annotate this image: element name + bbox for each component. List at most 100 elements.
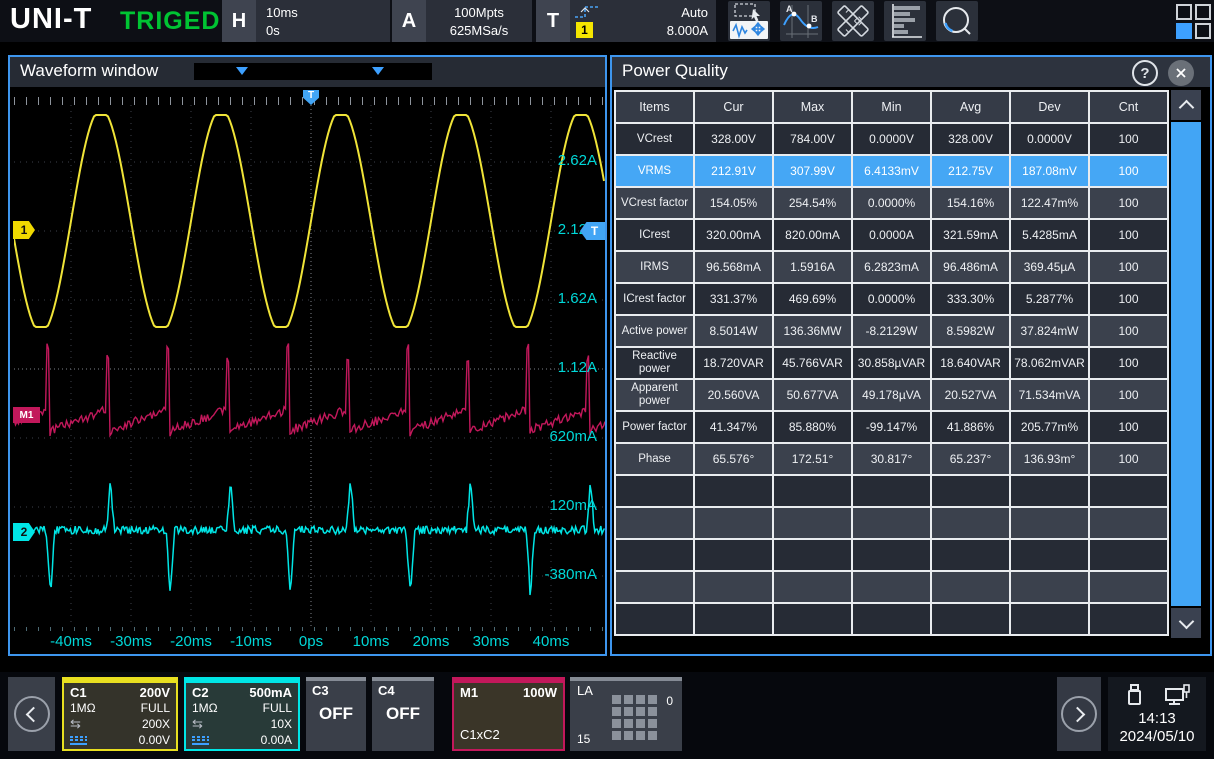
dropdown-arrow-icon[interactable] xyxy=(372,67,384,75)
table-cell[interactable]: 0.0000A xyxy=(853,220,930,250)
c1-waveform[interactable] xyxy=(14,115,604,327)
table-cell[interactable]: 6.2823mA xyxy=(853,252,930,282)
table-cell[interactable]: 205.77m% xyxy=(1011,412,1088,442)
table-cell[interactable]: 100 xyxy=(1090,252,1167,282)
table-cell[interactable]: -99.147% xyxy=(853,412,930,442)
table-cell[interactable]: 5.4285mA xyxy=(1011,220,1088,250)
acquisition-menu[interactable]: A 100Mpts 625MSa/s xyxy=(392,0,532,42)
table-cell[interactable]: 41.347% xyxy=(695,412,772,442)
table-cell[interactable]: 1.5916A xyxy=(774,252,851,282)
table-cell[interactable]: ICrest xyxy=(616,220,693,250)
table-cell[interactable]: VCrest factor xyxy=(616,188,693,218)
table-cell[interactable]: VRMS xyxy=(616,156,693,186)
table-cell[interactable]: 20.560VA xyxy=(695,380,772,410)
table-cell[interactable]: 65.576° xyxy=(695,444,772,474)
table-cell[interactable]: 333.30% xyxy=(932,284,1009,314)
table-cell[interactable]: 154.05% xyxy=(695,188,772,218)
table-cell[interactable]: 30.817° xyxy=(853,444,930,474)
table-cell[interactable]: 331.37% xyxy=(695,284,772,314)
table-cell[interactable]: 41.886% xyxy=(932,412,1009,442)
table-cell[interactable]: 20.527VA xyxy=(932,380,1009,410)
table-cell[interactable]: 100 xyxy=(1090,188,1167,218)
table-cell[interactable]: 37.824mW xyxy=(1011,316,1088,346)
table-cell[interactable]: 65.237° xyxy=(932,444,1009,474)
table-cell[interactable]: 820.00mA xyxy=(774,220,851,250)
table-cell[interactable]: 100 xyxy=(1090,124,1167,154)
table-cell[interactable]: Active power xyxy=(616,316,693,346)
table-cell[interactable]: Apparent power xyxy=(616,380,693,410)
table-cell[interactable]: 0.0000% xyxy=(853,284,930,314)
table-cell[interactable]: 369.45µA xyxy=(1011,252,1088,282)
channel3-tile[interactable]: C3 OFF xyxy=(306,677,366,751)
table-cell[interactable]: 49.178µVA xyxy=(853,380,930,410)
table-cell[interactable]: Phase xyxy=(616,444,693,474)
table-cell[interactable]: 85.880% xyxy=(774,412,851,442)
table-cell[interactable]: 328.00V xyxy=(932,124,1009,154)
table-cell[interactable]: VCrest xyxy=(616,124,693,154)
table-cell[interactable]: 5.2877% xyxy=(1011,284,1088,314)
m1-waveform[interactable] xyxy=(14,344,605,437)
table-cell[interactable]: 0.0000% xyxy=(853,188,930,218)
table-cell[interactable]: 18.720VAR xyxy=(695,348,772,378)
table-cell[interactable]: 0.0000V xyxy=(1011,124,1088,154)
c2-waveform[interactable] xyxy=(14,483,604,595)
table-cell[interactable]: 8.5982W xyxy=(932,316,1009,346)
math1-tile[interactable]: M1100W C1xC2 xyxy=(452,677,565,751)
channel-bar-prev-button[interactable] xyxy=(8,677,55,751)
table-cell[interactable]: -8.2129W xyxy=(853,316,930,346)
table-cell[interactable]: 254.54% xyxy=(774,188,851,218)
table-cell[interactable]: 100 xyxy=(1090,348,1167,378)
table-cell[interactable]: 100 xyxy=(1090,316,1167,346)
table-cell[interactable]: 100 xyxy=(1090,380,1167,410)
scroll-up-button[interactable] xyxy=(1171,90,1201,120)
table-cell[interactable]: 96.568mA xyxy=(695,252,772,282)
table-cell[interactable]: 50.677VA xyxy=(774,380,851,410)
table-cell[interactable]: 122.47m% xyxy=(1011,188,1088,218)
table-cell[interactable]: Power factor xyxy=(616,412,693,442)
table-cell[interactable]: IRMS xyxy=(616,252,693,282)
table-cell[interactable]: 784.00V xyxy=(774,124,851,154)
table-cell[interactable]: 469.69% xyxy=(774,284,851,314)
scroll-down-button[interactable] xyxy=(1171,608,1201,638)
table-cell[interactable]: 212.75V xyxy=(932,156,1009,186)
channel1-tile[interactable]: C1200V 1MΩFULL ⇆200X 0.00V xyxy=(62,677,178,751)
pq-scrollbar[interactable] xyxy=(1171,90,1201,638)
m1-position-marker[interactable]: M1 xyxy=(13,407,40,423)
table-cell[interactable]: 328.00V xyxy=(695,124,772,154)
trigger-menu[interactable]: T 1 Auto 8.000A xyxy=(536,0,716,42)
table-cell[interactable]: 45.766VAR xyxy=(774,348,851,378)
channel4-tile[interactable]: C4 OFF xyxy=(372,677,434,751)
table-cell[interactable]: 6.4133mV xyxy=(853,156,930,186)
table-cell[interactable]: 100 xyxy=(1090,220,1167,250)
waveform-select-button[interactable] xyxy=(728,1,770,41)
statistics-button[interactable] xyxy=(884,1,926,41)
table-cell[interactable]: 320.00mA xyxy=(695,220,772,250)
pq-close-button[interactable] xyxy=(1168,60,1194,86)
waveform-plot[interactable] xyxy=(14,105,605,627)
table-cell[interactable]: 100 xyxy=(1090,284,1167,314)
table-cell[interactable]: 8.5014W xyxy=(695,316,772,346)
pq-help-button[interactable]: ? xyxy=(1132,60,1158,86)
table-cell[interactable]: 18.640VAR xyxy=(932,348,1009,378)
la-tile[interactable]: LA 0 15 xyxy=(570,677,682,751)
channel2-tile[interactable]: C2500mA 1MΩFULL ⇆10X 0.00A xyxy=(184,677,300,751)
table-cell[interactable]: 321.59mA xyxy=(932,220,1009,250)
table-cell[interactable]: Reactive power xyxy=(616,348,693,378)
scrollbar-thumb[interactable] xyxy=(1171,122,1201,606)
table-cell[interactable]: 96.486mA xyxy=(932,252,1009,282)
table-cell[interactable]: 172.51° xyxy=(774,444,851,474)
table-cell[interactable]: 187.08mV xyxy=(1011,156,1088,186)
table-cell[interactable]: 71.534mVA xyxy=(1011,380,1088,410)
dropdown-arrow-icon[interactable] xyxy=(236,67,248,75)
window-layout-button[interactable] xyxy=(1176,4,1210,38)
measure-button[interactable] xyxy=(832,1,874,41)
table-cell[interactable]: 212.91V xyxy=(695,156,772,186)
search-button[interactable] xyxy=(936,1,978,41)
table-cell[interactable]: 100 xyxy=(1090,412,1167,442)
table-cell[interactable]: 100 xyxy=(1090,156,1167,186)
channel-bar-next-button[interactable] xyxy=(1057,677,1101,751)
waveform-selector-bar[interactable] xyxy=(194,63,432,80)
cursor-measure-button[interactable]: A B xyxy=(780,1,822,41)
table-cell[interactable]: 78.062mVAR xyxy=(1011,348,1088,378)
table-cell[interactable]: 154.16% xyxy=(932,188,1009,218)
